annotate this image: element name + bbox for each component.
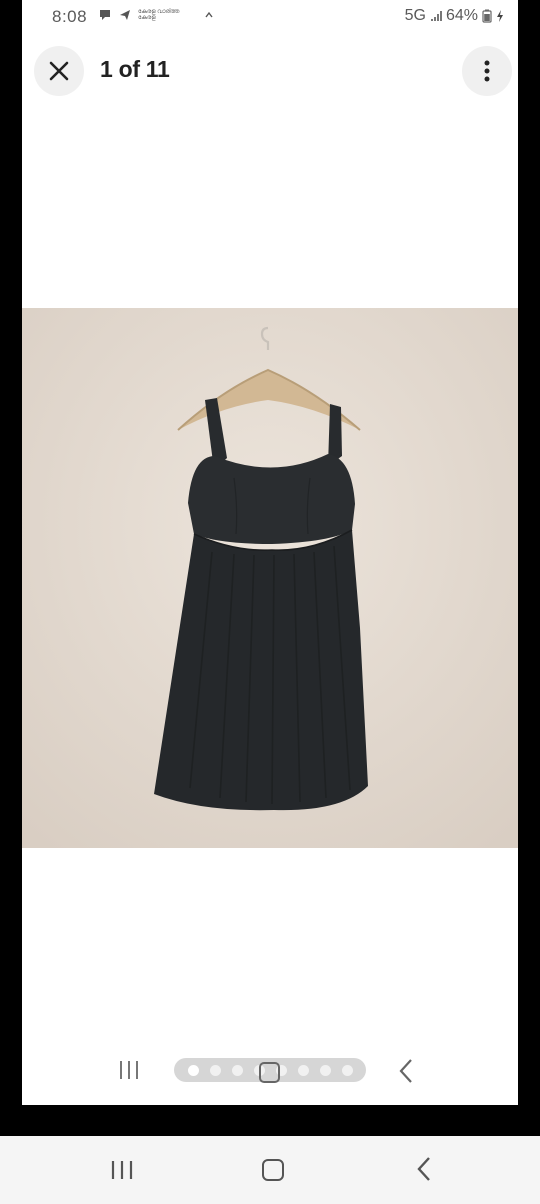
system-nav-bar: [0, 1136, 540, 1204]
battery-label: 64%: [445, 7, 478, 24]
dress-image: [22, 308, 518, 848]
pager-dot-2[interactable]: [209, 1064, 221, 1076]
screen: 8:08 കേരള വാര്ത്ത കേരള 5G 64% 1 of 11: [22, 0, 518, 1105]
image-counter: 1 of 11: [100, 56, 170, 82]
home-icon[interactable]: [259, 1062, 280, 1083]
pager-dot-7[interactable]: [319, 1064, 331, 1076]
back-icon[interactable]: [398, 1058, 414, 1084]
location-arrow-icon: [120, 10, 130, 20]
status-bar: 8:08 കേരള വാര്ത്ത കേരള 5G 64%: [22, 0, 518, 34]
top-bar: 1 of 11: [22, 44, 518, 100]
network-label: 5G: [404, 7, 426, 24]
product-photo[interactable]: [22, 308, 518, 848]
charging-icon: [497, 10, 503, 22]
pager-dot-1[interactable]: [187, 1064, 199, 1076]
battery-icon: [482, 9, 492, 23]
recent-apps-icon[interactable]: [110, 1160, 134, 1180]
back-icon[interactable]: [416, 1156, 432, 1182]
close-icon: [49, 61, 69, 81]
recent-apps-icon[interactable]: [118, 1060, 140, 1080]
pager-dot-6[interactable]: [297, 1064, 309, 1076]
pager-dot-3[interactable]: [231, 1064, 243, 1076]
more-vertical-icon: [484, 60, 490, 82]
notification-text: കേരള വാര്ത്ത കേരള: [138, 9, 180, 21]
status-time: 8:08: [52, 7, 88, 26]
chevron-up-icon: [205, 11, 213, 18]
home-icon[interactable]: [262, 1159, 284, 1181]
signal-icon: [430, 11, 442, 21]
pager-dot-8[interactable]: [341, 1064, 353, 1076]
status-right-group: 5G 64%: [405, 7, 504, 25]
chat-bubble-icon: [100, 10, 110, 20]
app-bottom-nav: [22, 1050, 518, 1094]
more-options-button[interactable]: [462, 46, 512, 96]
status-notification-icons: കേരള വാര്ത്ത കേരള: [98, 8, 214, 22]
close-button[interactable]: [34, 46, 84, 96]
